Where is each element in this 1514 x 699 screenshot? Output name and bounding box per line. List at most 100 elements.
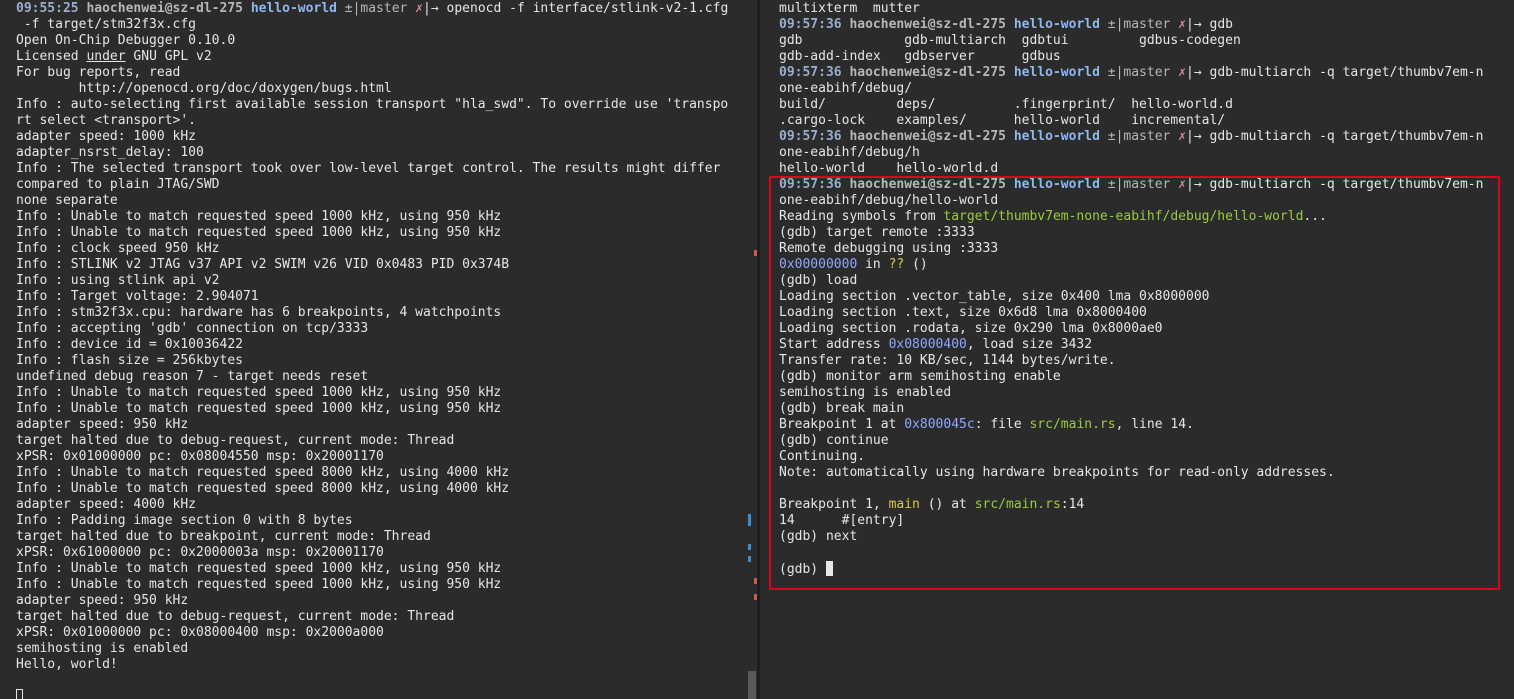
output-line: Info : auto-selecting first available se… <box>16 97 729 112</box>
completion-line: build/ deps/ .fingerprint/ hello-world.d <box>779 97 1233 112</box>
output-line: adapter speed: 950 kHz <box>16 417 189 432</box>
breakpoint-address: 0x800045c <box>904 417 975 432</box>
output-line: Info : device id = 0x10036422 <box>16 337 243 352</box>
prompt-user-host: haochenwei@sz-dl-275 <box>86 1 243 16</box>
text: in <box>857 257 889 272</box>
output-line: adapter speed: 4000 kHz <box>16 497 197 512</box>
output-line: Info : accepting 'gdb' connection on tcp… <box>16 321 369 336</box>
openocd-command: openocd -f interface/stlink-v2-1.cfg <box>446 1 729 16</box>
prompt-git-branch: ±|master <box>1107 129 1179 144</box>
left-terminal-output: 09:55:25 haochenwei@sz-dl-275 hello-worl… <box>16 1 753 699</box>
empty-line <box>16 673 753 689</box>
empty-line <box>779 545 1510 561</box>
license-suffix: GNU GPL v2 <box>125 49 212 64</box>
output-line: Info : Unable to match requested speed 8… <box>16 481 510 496</box>
output-line: Info : Unable to match requested speed 1… <box>16 225 502 240</box>
left-scrollbar-thumb[interactable] <box>748 671 756 699</box>
prompt-arrow-icon: |→ <box>423 1 447 16</box>
output-line: Info : clock speed 950 kHz <box>16 241 220 256</box>
prompt-time: 09:55:25 <box>16 1 79 16</box>
output-line: xPSR: 0x01000000 pc: 0x08004550 msp: 0x2… <box>16 449 384 464</box>
prompt-directory: hello-world <box>1013 17 1100 32</box>
output-line: Info : Padding image section 0 with 8 by… <box>16 513 353 528</box>
prompt-arrow-icon: |→ <box>1186 65 1210 80</box>
completion-line: gdb-add-index gdbserver gdbus <box>779 49 1061 64</box>
scroll-marker <box>748 514 751 526</box>
output-line: Transfer rate: 10 KB/sec, 1144 bytes/wri… <box>779 353 1116 368</box>
right-terminal-pane[interactable]: multixterm mutter 09:57:36 haochenwei@sz… <box>760 0 1514 699</box>
prompt-directory: hello-world <box>250 1 337 16</box>
completion-line: multixterm mutter <box>779 1 920 16</box>
frame-address: 0x00000000 <box>779 257 858 272</box>
start-address: 0x08000400 <box>888 337 967 352</box>
output-line: Open On-Chip Debugger 0.10.0 <box>16 33 236 48</box>
output-line: Loading section .vector_table, size 0x40… <box>779 289 1210 304</box>
prompt-user-host: haochenwei@sz-dl-275 <box>849 177 1006 192</box>
completion-line: hello-world hello-world.d <box>779 161 999 176</box>
gdb-command-line: (gdb) next <box>779 529 858 544</box>
gdb-prompt-line: 09:57:36 haochenwei@sz-dl-275 hello-worl… <box>779 17 1510 33</box>
left-cursor-line[interactable] <box>16 689 753 699</box>
output-line: Note: automatically using hardware break… <box>779 465 1335 480</box>
prompt-dirty-icon: ✗ <box>1178 129 1187 144</box>
text: Start address <box>779 337 889 352</box>
output-line: Hello, world! <box>16 657 118 672</box>
text: () at <box>919 497 975 512</box>
symbol-file-path: target/thumbv7em-none-eabihf/debug/hello… <box>943 209 1304 224</box>
output-line: adapter_nsrst_delay: 100 <box>16 145 204 160</box>
output-line: Info : Unable to match requested speed 1… <box>16 401 502 416</box>
left-terminal-pane[interactable]: 09:55:25 haochenwei@sz-dl-275 hello-worl… <box>0 0 757 699</box>
prompt-user-host: haochenwei@sz-dl-275 <box>849 129 1006 144</box>
prompt-git-branch: ±|master <box>344 1 416 16</box>
text: , line 14. <box>1115 417 1194 432</box>
prompt-user-host: haochenwei@sz-dl-275 <box>849 65 1006 80</box>
gdb-command-line: (gdb) target remote :3333 <box>779 225 975 240</box>
output-line: Info : using stlink api v2 <box>16 273 220 288</box>
command-continuation: one-eabihf/debug/hello-world <box>779 193 999 208</box>
gdb-prompt-line: 09:57:36 haochenwei@sz-dl-275 hello-worl… <box>779 177 1510 193</box>
text: ... <box>1303 209 1327 224</box>
breakpoint-hit-line: Breakpoint 1, main () at src/main.rs:14 <box>779 497 1510 513</box>
gdb-multiarch-command: gdb-multiarch -q target/thumbv7em-n <box>1209 129 1484 144</box>
text: , load size 3432 <box>966 337 1093 352</box>
gdb-prompt-line: 09:57:36 haochenwei@sz-dl-275 hello-worl… <box>779 129 1510 145</box>
license-line: Licensed under GNU GPL v2 <box>16 49 753 65</box>
completion-line: gdb gdb-multiarch gdbtui gdbus-codegen <box>779 33 1241 48</box>
output-line: undefined debug reason 7 - target needs … <box>16 369 369 384</box>
output-line: Info : The selected transport took over … <box>16 161 721 176</box>
bug-report-url[interactable]: http://openocd.org/doc/doxygen/bugs.html <box>16 81 753 97</box>
text: Breakpoint 1, <box>779 497 889 512</box>
prompt-arrow-icon: |→ <box>1186 129 1210 144</box>
command-continuation: one-eabihf/debug/h <box>779 145 920 160</box>
prompt-arrow-icon: |→ <box>1186 177 1210 192</box>
output-line: Loading section .rodata, size 0x290 lma … <box>779 321 1163 336</box>
prompt-dirty-icon: ✗ <box>1178 65 1187 80</box>
output-line: target halted due to debug-request, curr… <box>16 609 455 624</box>
command-continuation: one-eabihf/debug/ <box>779 81 913 96</box>
terminal-cursor-icon <box>16 689 23 699</box>
terminal-cursor-icon <box>825 561 833 576</box>
output-line: Remote debugging using :3333 <box>779 241 999 256</box>
output-line: rt select <transport>'. <box>16 113 197 128</box>
output-line: xPSR: 0x61000000 pc: 0x2000003a msp: 0x2… <box>16 545 384 560</box>
output-line: Info : STLINK v2 JTAG v37 API v2 SWIM v2… <box>16 257 510 272</box>
empty-line <box>779 481 1510 497</box>
output-line: semihosting is enabled <box>779 385 952 400</box>
gdb-multiarch-command: gdb-multiarch -q target/thumbv7em-n <box>1209 177 1484 192</box>
prompt-git-branch: ±|master <box>1107 65 1179 80</box>
scroll-marker <box>748 544 751 550</box>
frame-line: 0x00000000 in ?? () <box>779 257 1510 273</box>
gdb-input-line[interactable]: (gdb) <box>779 561 1510 577</box>
prompt-arrow-icon: |→ <box>1186 17 1210 32</box>
output-line: Loading section .text, size 0x6d8 lma 0x… <box>779 305 1147 320</box>
prompt-dirty-icon: ✗ <box>1178 17 1187 32</box>
output-line: Info : Unable to match requested speed 1… <box>16 385 502 400</box>
prompt-dirty-icon: ✗ <box>1178 177 1187 192</box>
output-line: Info : Unable to match requested speed 1… <box>16 209 502 224</box>
frame-function: ?? <box>888 257 905 272</box>
text: Reading symbols from <box>779 209 944 224</box>
output-line: adapter speed: 1000 kHz <box>16 129 197 144</box>
function-name: main <box>888 497 920 512</box>
output-line: Continuing. <box>779 449 866 464</box>
output-line: Info : Unable to match requested speed 8… <box>16 465 510 480</box>
